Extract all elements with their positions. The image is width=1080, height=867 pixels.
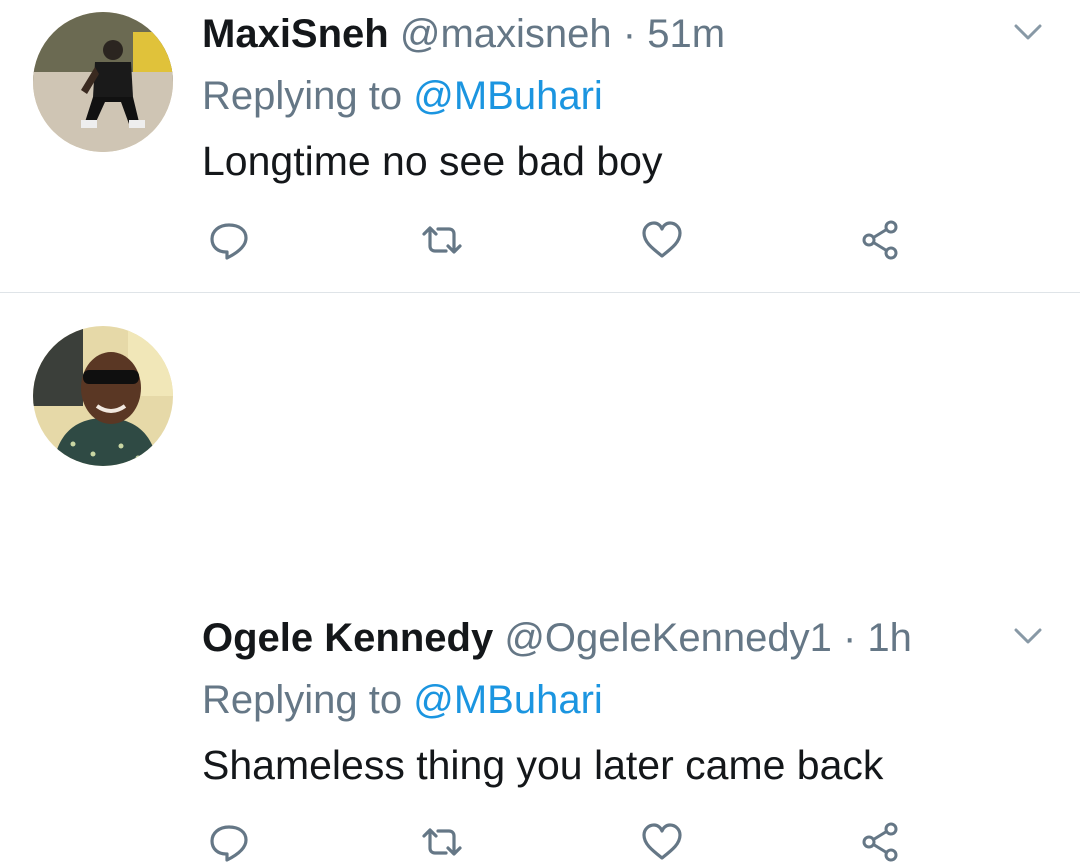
- reply-button[interactable]: [204, 817, 254, 867]
- retweet-button[interactable]: [417, 215, 467, 265]
- heart-icon: [642, 221, 682, 258]
- display-name[interactable]: MaxiSneh: [202, 12, 389, 56]
- avatar[interactable]: [33, 12, 173, 152]
- mention-link[interactable]: @MBuhari: [413, 74, 603, 118]
- mention-link[interactable]: @MBuhari: [413, 678, 603, 722]
- share-button[interactable]: [856, 215, 906, 265]
- replying-to-label: Replying to: [202, 74, 403, 118]
- reply-button[interactable]: [204, 215, 254, 265]
- tweet-actions: [0, 817, 1080, 867]
- like-button[interactable]: [637, 817, 687, 867]
- separator-dot: ·: [842, 616, 857, 660]
- retweet-icon: [422, 828, 462, 856]
- reply-icon: [210, 825, 248, 862]
- tweet-header: Ogele Kennedy @OgeleKennedy1 · 1h: [202, 616, 912, 660]
- user-handle[interactable]: @OgeleKennedy1: [504, 616, 832, 660]
- share-button[interactable]: [856, 817, 906, 867]
- share-icon: [862, 220, 898, 260]
- timestamp[interactable]: 1h: [867, 616, 912, 660]
- user-handle[interactable]: @maxisneh: [400, 12, 612, 56]
- replying-to: Replying to @MBuhari: [202, 74, 603, 118]
- chevron-down-icon[interactable]: [1012, 16, 1044, 48]
- share-icon: [862, 822, 898, 862]
- heart-icon: [642, 823, 682, 860]
- tweet-header: MaxiSneh @maxisneh · 51m: [202, 12, 725, 56]
- timestamp[interactable]: 51m: [647, 12, 725, 56]
- tweet[interactable]: Ogele Kennedy @OgeleKennedy1 · 1h Replyi…: [0, 292, 1080, 862]
- tweet-text: Shameless thing you later came back: [202, 742, 884, 788]
- avatar[interactable]: [33, 326, 173, 466]
- chevron-down-icon[interactable]: [1012, 620, 1044, 652]
- tweet-text: Longtime no see bad boy: [202, 138, 663, 184]
- retweet-icon: [422, 226, 462, 254]
- replying-to: Replying to @MBuhari: [202, 678, 603, 722]
- replying-to-label: Replying to: [202, 678, 403, 722]
- like-button[interactable]: [637, 215, 687, 265]
- separator-dot: ·: [622, 12, 637, 56]
- display-name[interactable]: Ogele Kennedy: [202, 616, 493, 660]
- tweet-actions: [0, 215, 1080, 265]
- retweet-button[interactable]: [417, 817, 467, 867]
- reply-icon: [210, 223, 248, 260]
- tweet[interactable]: MaxiSneh @maxisneh · 51m Replying to @MB…: [0, 0, 1080, 292]
